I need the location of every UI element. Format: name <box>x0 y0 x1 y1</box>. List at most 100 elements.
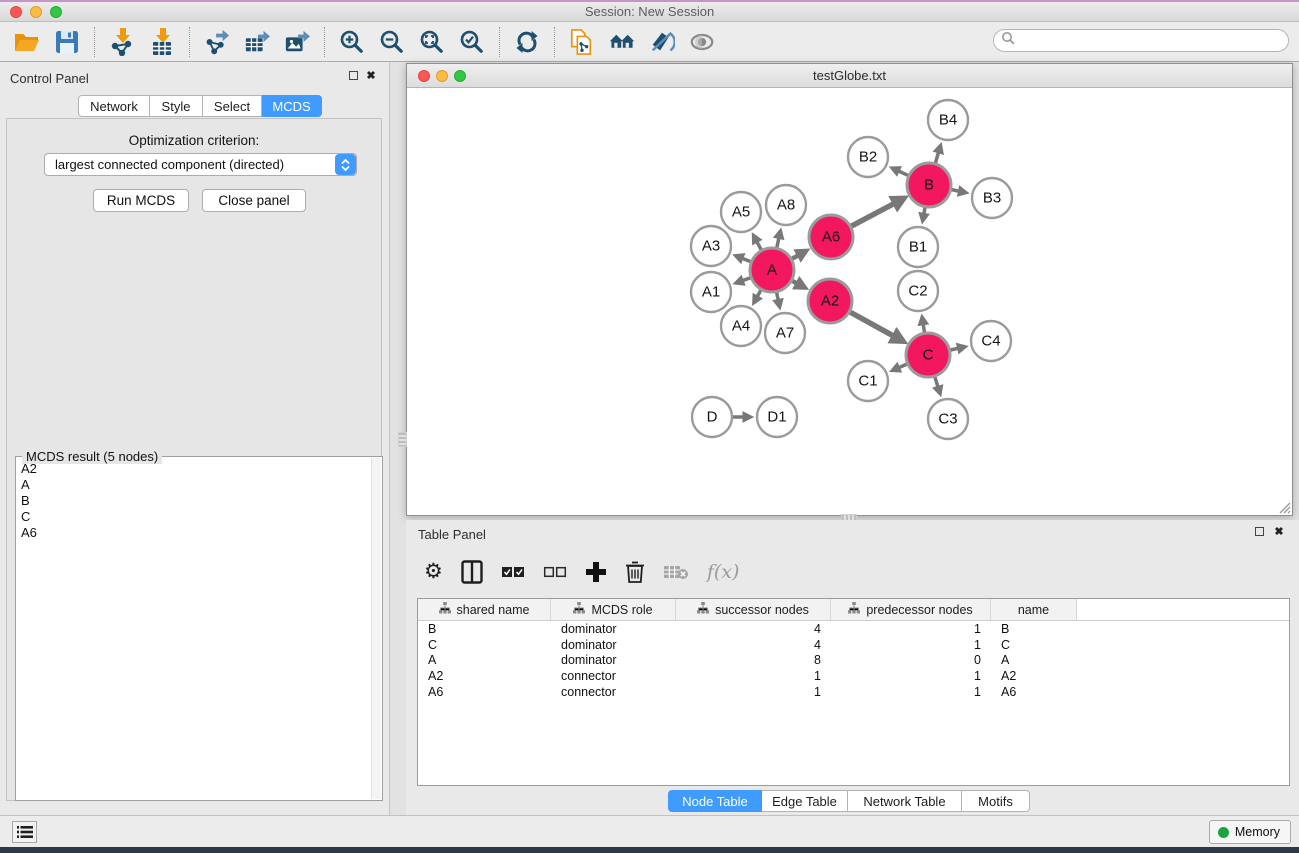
edge-A-A1[interactable] <box>736 278 750 283</box>
zoom-in-icon[interactable] <box>339 29 365 55</box>
cell-predecessor-nodes[interactable]: 1 <box>831 685 991 699</box>
edge-A-A5[interactable] <box>754 236 761 250</box>
tab-select[interactable]: Select <box>203 95 262 117</box>
table-row[interactable]: Cdominator41C <box>418 637 1289 653</box>
cell-shared-name[interactable]: A2 <box>418 669 551 683</box>
export-network-icon[interactable] <box>204 29 230 55</box>
result-item[interactable]: B <box>18 493 370 509</box>
graph-node-B2[interactable]: B2 <box>848 137 888 177</box>
window-resize-grip[interactable] <box>1277 500 1291 514</box>
result-item[interactable]: A6 <box>18 525 370 541</box>
save-session-icon[interactable] <box>54 29 80 55</box>
network-zoom-button[interactable] <box>454 70 466 82</box>
network-window-titlebar[interactable]: testGlobe.txt <box>407 64 1292 88</box>
cell-MCDS-role[interactable]: connector <box>551 685 676 699</box>
cell-successor-nodes[interactable]: 1 <box>676 669 831 683</box>
import-table-icon[interactable] <box>149 29 175 55</box>
cell-predecessor-nodes[interactable]: 0 <box>831 653 991 667</box>
search-input[interactable] <box>1019 34 1288 48</box>
table-close-icon[interactable]: ✖ <box>1273 527 1285 539</box>
hide-labels-icon[interactable] <box>649 29 675 55</box>
add-column-icon[interactable] <box>585 558 607 586</box>
edge-A2-C[interactable] <box>850 312 902 341</box>
tab-mcds[interactable]: MCDS <box>262 95 322 117</box>
memory-button[interactable]: Memory <box>1209 820 1291 844</box>
graph-node-D1[interactable]: D1 <box>757 397 797 437</box>
cell-name[interactable]: A <box>991 653 1077 667</box>
edge-C-C1[interactable] <box>893 364 907 370</box>
graph-node-C3[interactable]: C3 <box>928 399 968 439</box>
export-table-icon[interactable] <box>244 29 270 55</box>
criterion-select[interactable]: largest connected component (directed) <box>44 153 357 176</box>
graph-node-C1[interactable]: C1 <box>848 361 888 401</box>
clone-network-icon[interactable] <box>569 29 595 55</box>
edge-B-B2[interactable] <box>893 168 909 175</box>
table-settings-icon[interactable]: ⚙ <box>424 558 443 586</box>
edge-A-A7[interactable] <box>777 293 780 307</box>
cell-shared-name[interactable]: B <box>418 622 551 636</box>
column-header-successor-nodes[interactable]: successor nodes <box>676 599 831 620</box>
search-box[interactable] <box>993 29 1289 52</box>
cell-MCDS-role[interactable]: dominator <box>551 622 676 636</box>
graph-node-A6[interactable]: A6 <box>809 215 853 259</box>
graph-node-B4[interactable]: B4 <box>928 100 968 140</box>
graph-node-A3[interactable]: A3 <box>691 226 731 266</box>
edge-B-B4[interactable] <box>935 146 940 163</box>
select-all-columns-icon[interactable] <box>501 558 525 586</box>
cell-shared-name[interactable]: A <box>418 653 551 667</box>
graph-node-A4[interactable]: A4 <box>721 306 761 346</box>
cell-name[interactable]: B <box>991 622 1077 636</box>
tab-edge-table[interactable]: Edge Table <box>762 790 848 812</box>
edge-C-C2[interactable] <box>922 318 924 333</box>
cell-predecessor-nodes[interactable]: 1 <box>831 622 991 636</box>
close-panel-button[interactable]: Close panel <box>202 189 306 212</box>
task-history-button[interactable] <box>12 821 37 843</box>
graph-node-C4[interactable]: C4 <box>971 321 1011 361</box>
tab-motifs[interactable]: Motifs <box>962 790 1030 812</box>
zoom-out-icon[interactable] <box>379 29 405 55</box>
edge-A6-B[interactable] <box>851 199 903 227</box>
result-item[interactable]: A <box>18 477 370 493</box>
edge-B-B1[interactable] <box>923 208 925 221</box>
tab-node-table[interactable]: Node Table <box>668 790 762 812</box>
cell-successor-nodes[interactable]: 8 <box>676 653 831 667</box>
cell-predecessor-nodes[interactable]: 1 <box>831 638 991 652</box>
close-panel-icon[interactable]: ✖ <box>365 71 377 83</box>
column-header-shared-name[interactable]: shared name <box>418 599 551 620</box>
edge-C-C3[interactable] <box>935 377 940 393</box>
edge-B-B3[interactable] <box>952 190 966 193</box>
node-table[interactable]: shared nameMCDS rolesuccessor nodesprede… <box>417 598 1290 786</box>
table-row[interactable]: Adominator80A <box>418 652 1289 668</box>
cell-name[interactable]: A6 <box>991 685 1077 699</box>
cell-name[interactable]: C <box>991 638 1077 652</box>
network-canvas[interactable]: B4B2BB3B1C2A5A8A6A3AA1A2A4A7CC4C1C3DD1 <box>407 88 1292 515</box>
delete-column-icon[interactable] <box>625 558 645 586</box>
cell-successor-nodes[interactable]: 4 <box>676 622 831 636</box>
cell-MCDS-role[interactable]: connector <box>551 669 676 683</box>
cell-predecessor-nodes[interactable]: 1 <box>831 669 991 683</box>
edge-A-A2[interactable] <box>792 281 804 287</box>
zoom-fit-icon[interactable] <box>419 29 445 55</box>
refresh-icon[interactable] <box>514 29 540 55</box>
tab-network-table[interactable]: Network Table <box>848 790 962 812</box>
split-view-icon[interactable] <box>461 558 483 586</box>
zoom-selected-icon[interactable] <box>459 29 485 55</box>
cell-MCDS-role[interactable]: dominator <box>551 638 676 652</box>
float-panel-icon[interactable] <box>347 71 359 83</box>
graph-node-A2[interactable]: A2 <box>808 279 852 323</box>
cell-shared-name[interactable]: C <box>418 638 551 652</box>
result-scrollbar[interactable] <box>371 458 381 799</box>
cell-successor-nodes[interactable]: 4 <box>676 638 831 652</box>
edge-A-A3[interactable] <box>736 256 750 262</box>
graph-node-A7[interactable]: A7 <box>765 313 805 353</box>
cell-MCDS-role[interactable]: dominator <box>551 653 676 667</box>
graph-node-D[interactable]: D <box>692 397 732 437</box>
network-minimize-button[interactable] <box>436 70 448 82</box>
graph-node-A8[interactable]: A8 <box>766 185 806 225</box>
tab-style[interactable]: Style <box>150 95 203 117</box>
edge-A-A8[interactable] <box>777 231 780 247</box>
home-icon[interactable] <box>609 29 635 55</box>
cell-shared-name[interactable]: A6 <box>418 685 551 699</box>
graph-node-C[interactable]: C <box>906 333 950 377</box>
table-row[interactable]: A6connector11A6 <box>418 684 1289 700</box>
